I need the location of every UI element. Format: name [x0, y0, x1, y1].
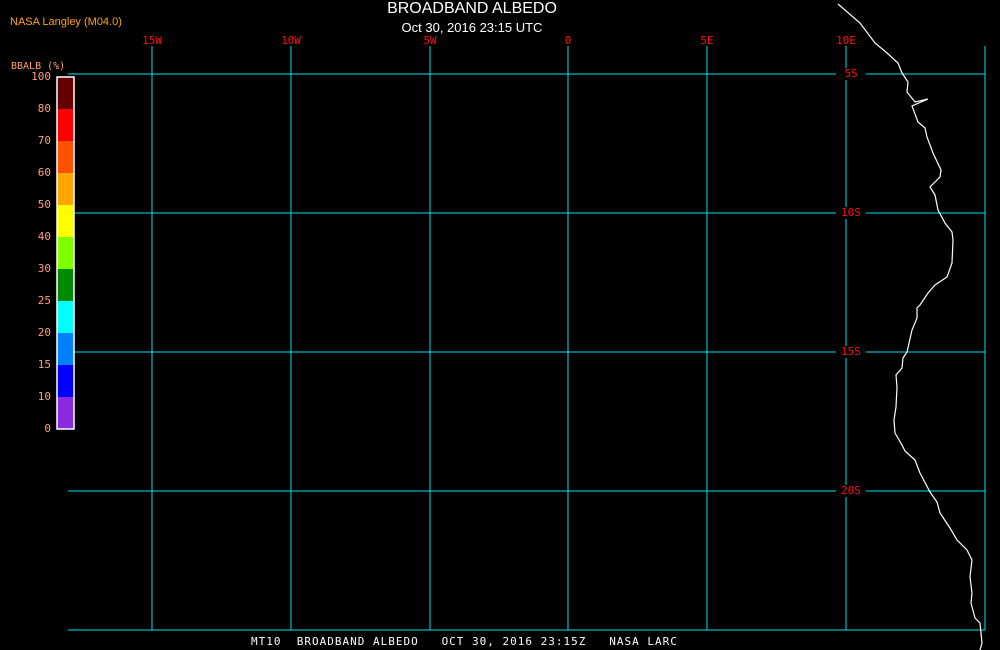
colorbar-tick-label: 50	[37, 198, 51, 211]
credit-label: NASA Langley (M04.0)	[10, 16, 122, 28]
longitude-label: 5E	[700, 34, 714, 47]
colorbar-tick-label: 25	[37, 294, 51, 307]
colorbar-bin	[57, 77, 74, 109]
map-canvas	[56, 3, 986, 650]
longitude-label: 0	[564, 34, 572, 47]
colorbar-bin	[57, 365, 74, 397]
colorbar-bin	[57, 205, 74, 237]
colorbar-bin	[57, 269, 74, 301]
colorbar-tick-label: 10	[37, 390, 51, 403]
colorbar-bin	[57, 173, 74, 205]
colorbar-bin	[57, 237, 74, 269]
footer-caption: MT10 BROADBAND ALBEDO OCT 30, 2016 23:15…	[251, 635, 678, 648]
colorbar-tick-label: 100	[31, 70, 51, 83]
latitude-label: 20S	[836, 485, 866, 497]
colorbar-tick-label: 30	[37, 262, 51, 275]
longitude-label: 5W	[423, 34, 437, 47]
colorbar-bin	[57, 301, 74, 333]
colorbar-tick-label: 20	[37, 326, 51, 339]
longitude-label: 10W	[281, 34, 301, 47]
colorbar-tick-label: 80	[37, 102, 51, 115]
colorbar-bin	[57, 397, 74, 429]
latitude-label: 15S	[836, 346, 866, 358]
colorbar-bin	[57, 141, 74, 173]
colorbar-tick-label: 60	[37, 166, 51, 179]
map-subtitle: Oct 30, 2016 23:15 UTC	[401, 20, 543, 35]
colorbar-tick-label: 0	[44, 422, 51, 435]
colorbar-bin	[57, 109, 74, 141]
coastline	[837, 3, 983, 650]
colorbar-bin	[57, 333, 74, 365]
latitude-label: 10S	[836, 207, 866, 219]
colorbar-tick-label: 70	[37, 134, 51, 147]
longitude-label: 10E	[836, 34, 856, 47]
colorbar-tick-label: 40	[37, 230, 51, 243]
longitude-label: 15W	[142, 34, 162, 47]
map-title: BROADBAND ALBEDO	[387, 0, 557, 17]
colorbar-tick-label: 15	[37, 358, 51, 371]
latitude-label: 5S	[836, 68, 866, 80]
